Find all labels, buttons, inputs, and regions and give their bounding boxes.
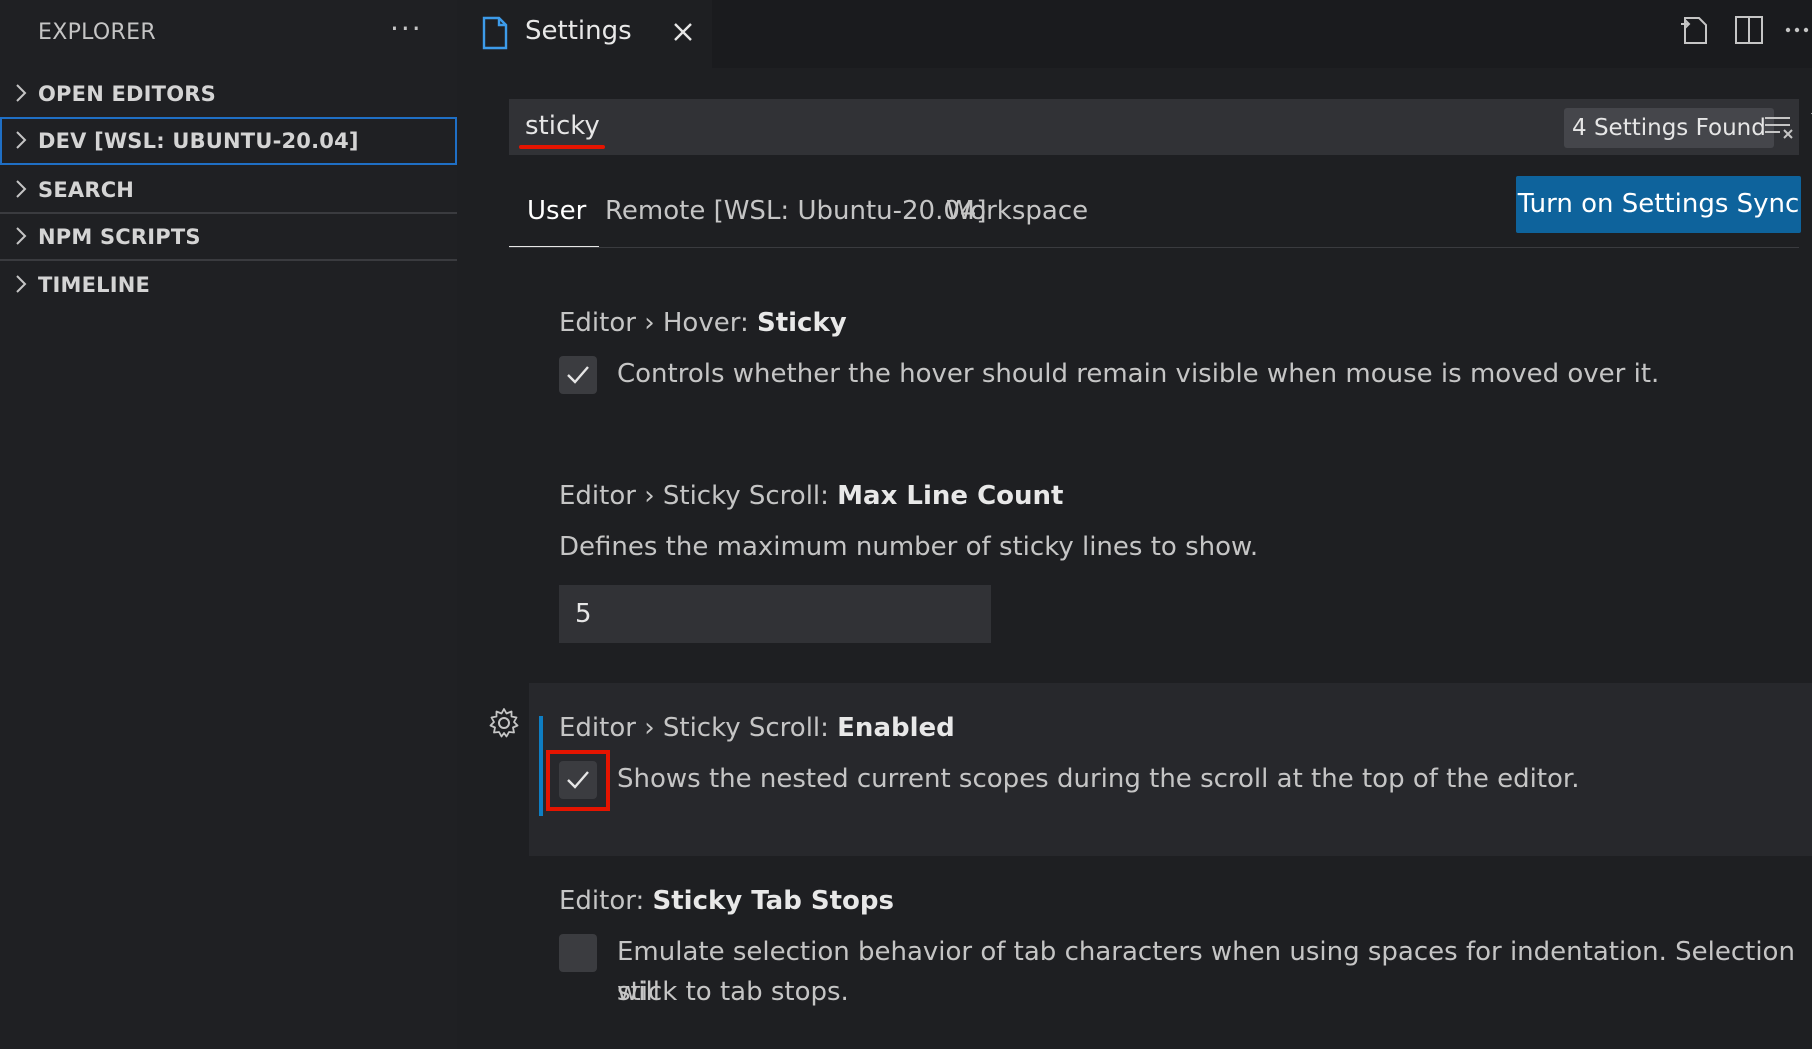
- sidebar-section-open-editors[interactable]: OPEN EDITORS: [0, 70, 457, 118]
- max-line-count-input[interactable]: 5: [559, 585, 991, 643]
- setting-checkbox[interactable]: [559, 934, 597, 972]
- chevron-right-icon: [16, 84, 27, 102]
- turn-on-settings-sync-button[interactable]: Turn on Settings Sync: [1516, 176, 1801, 233]
- clear-filter-icon[interactable]: [1762, 111, 1798, 143]
- sidebar-section-dev-wsl[interactable]: DEV [WSL: UBUNTU-20.04]: [0, 117, 457, 165]
- setting-sticky-scroll-enabled: Editor › Sticky Scroll: Enabled Shows th…: [529, 683, 1812, 856]
- tab-settings[interactable]: Settings: [457, 0, 712, 68]
- split-editor-icon[interactable]: [1731, 12, 1767, 48]
- setting-checkbox[interactable]: [559, 356, 597, 394]
- setting-title: Editor › Hover: Sticky: [559, 308, 847, 338]
- chevron-right-icon: [16, 131, 27, 149]
- annotation-underline: [519, 145, 605, 149]
- sidebar-section-label: NPM SCRIPTS: [38, 225, 201, 249]
- settings-search-input[interactable]: sticky 4 Settings Found: [509, 99, 1812, 155]
- sidebar-section-label: DEV [WSL: UBUNTU-20.04]: [38, 129, 359, 153]
- setting-description-line2: stick to tab stops.: [617, 977, 849, 1007]
- input-value: 5: [575, 599, 592, 629]
- setting-title: Editor: Sticky Tab Stops: [559, 886, 894, 916]
- sidebar-section-label: SEARCH: [38, 178, 135, 202]
- setting-sticky-scroll-max-line-count: Editor › Sticky Scroll: Max Line Count D…: [457, 473, 1812, 653]
- vscode-window: EXPLORER ··· OPEN EDITORS DEV [WSL: UBUN…: [0, 0, 1812, 1049]
- tab-label: Settings: [525, 16, 632, 46]
- settings-editor: Settings sticky 4 Settings Found User Re…: [457, 0, 1812, 1049]
- chevron-right-icon: [16, 227, 27, 245]
- gear-icon[interactable]: [487, 706, 521, 740]
- sidebar-section-label: OPEN EDITORS: [38, 82, 216, 106]
- sidebar-header: EXPLORER ···: [0, 0, 457, 64]
- sidebar-section-search[interactable]: SEARCH: [0, 166, 457, 214]
- tab-workspace[interactable]: Workspace: [946, 196, 1088, 226]
- setting-title: Editor › Sticky Scroll: Enabled: [559, 713, 955, 743]
- close-icon[interactable]: [669, 18, 697, 46]
- setting-title: Editor › Sticky Scroll: Max Line Count: [559, 481, 1064, 511]
- tab-remote[interactable]: Remote [WSL: Ubuntu-20.04]: [605, 196, 987, 226]
- check-icon: [567, 366, 589, 384]
- more-actions-icon[interactable]: ···: [390, 12, 423, 45]
- setting-hover-sticky: Editor › Hover: Sticky Controls whether …: [457, 300, 1812, 420]
- chevron-right-icon: [16, 275, 27, 293]
- results-count-badge: 4 Settings Found: [1564, 108, 1774, 148]
- tab-bar: Settings: [457, 0, 1812, 68]
- modified-indicator: [539, 716, 543, 816]
- annotation-highlight-box: [546, 750, 610, 811]
- sidebar-section-timeline[interactable]: TIMELINE: [0, 261, 457, 309]
- setting-description: Controls whether the hover should remain…: [617, 359, 1660, 389]
- search-value: sticky: [525, 111, 600, 141]
- setting-description: Defines the maximum number of sticky lin…: [559, 532, 1259, 562]
- sidebar-title: EXPLORER: [38, 20, 156, 45]
- setting-description: Shows the nested current scopes during t…: [617, 764, 1580, 794]
- chevron-right-icon: [16, 180, 27, 198]
- file-icon: [482, 16, 508, 50]
- setting-sticky-tab-stops: Editor: Sticky Tab Stops Emulate selecti…: [457, 878, 1812, 1049]
- sidebar-section-label: TIMELINE: [38, 273, 151, 297]
- divider: [509, 247, 1799, 248]
- sidebar-section-npm-scripts[interactable]: NPM SCRIPTS: [0, 213, 457, 261]
- open-settings-json-icon[interactable]: [1677, 12, 1713, 48]
- tab-user[interactable]: User: [527, 196, 586, 226]
- explorer-sidebar: EXPLORER ··· OPEN EDITORS DEV [WSL: UBUN…: [0, 0, 457, 1049]
- more-actions-icon[interactable]: [1783, 12, 1811, 48]
